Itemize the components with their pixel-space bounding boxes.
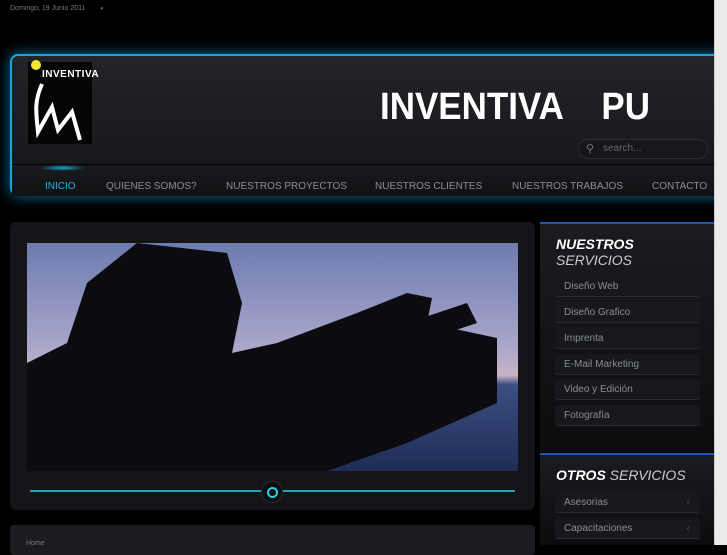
date-text: Domingo, 19 Junio 2011	[10, 5, 86, 12]
search-input[interactable]: ⚲ search...	[578, 139, 708, 159]
otros-servicios-panel: OTROS SERVICIOS Asesorias ‹ Capacitacione…	[540, 453, 714, 545]
item-label: Asesorias	[564, 497, 608, 508]
service-item[interactable]: Asesorias ‹	[555, 492, 700, 513]
title-bold: NUESTROS	[556, 236, 634, 252]
nav-trabajos[interactable]: NUESTROS TRABAJOS	[512, 181, 623, 192]
service-item[interactable]: Capacitaciones ‹	[555, 518, 700, 539]
breadcrumb-box: Home	[10, 525, 535, 555]
item-label: Capacitaciones	[564, 523, 633, 534]
service-item[interactable]: Diseño Web	[555, 276, 700, 297]
chevron-left-icon: ‹	[686, 523, 690, 534]
cameraman-silhouette	[27, 243, 497, 471]
banner-title: INVENTIVA PU	[380, 86, 651, 128]
site-header: INVENTIVA INVENTIVA PU ⚲ search... INICIO…	[10, 54, 727, 196]
image-slider	[10, 222, 535, 510]
panel-title: NUESTROS SERVICIOS	[556, 236, 634, 268]
slide-image	[27, 243, 518, 471]
service-item[interactable]: E-Mail Marketing	[555, 354, 700, 375]
slider-knob[interactable]	[261, 481, 283, 503]
search-icon: ⚲	[586, 143, 595, 155]
title-bold: OTROS	[556, 467, 606, 483]
active-glow	[40, 165, 85, 171]
chevron-left-icon: ‹	[686, 497, 690, 508]
nuestros-servicios-panel: NUESTROS SERVICIOS Diseño Web Diseño Graf…	[540, 222, 714, 452]
nav-clientes[interactable]: NUESTROS CLIENTES	[375, 181, 482, 192]
title-light: SERVICIOS	[609, 467, 686, 483]
service-item[interactable]: Video y Edición	[555, 379, 700, 400]
logo-text: INVENTIVA	[42, 69, 100, 80]
service-item[interactable]: Imprenta	[555, 328, 700, 349]
nav-quienes-somos[interactable]: QUIENES SOMOS?	[106, 181, 197, 192]
main-nav: INICIO QUIENES SOMOS? NUESTROS PROYECTOS…	[12, 164, 727, 196]
rss-dot-icon: ●	[100, 6, 104, 12]
scrollbar[interactable]	[714, 0, 727, 545]
logo[interactable]: INVENTIVA	[28, 60, 99, 144]
panel-title: OTROS SERVICIOS	[556, 467, 686, 483]
breadcrumb[interactable]: Home	[26, 540, 45, 547]
nav-contacto[interactable]: CONTACTO	[652, 181, 707, 192]
logo-m-icon	[34, 83, 82, 141]
nav-proyectos[interactable]: NUESTROS PROYECTOS	[226, 181, 347, 192]
service-item[interactable]: Diseño Grafico	[555, 302, 700, 323]
title-light: SERVICIOS	[556, 252, 632, 268]
nav-inicio[interactable]: INICIO	[45, 181, 76, 192]
sun-icon	[31, 60, 41, 70]
service-item[interactable]: Fotografía	[555, 405, 700, 426]
search-placeholder: search...	[603, 143, 642, 154]
